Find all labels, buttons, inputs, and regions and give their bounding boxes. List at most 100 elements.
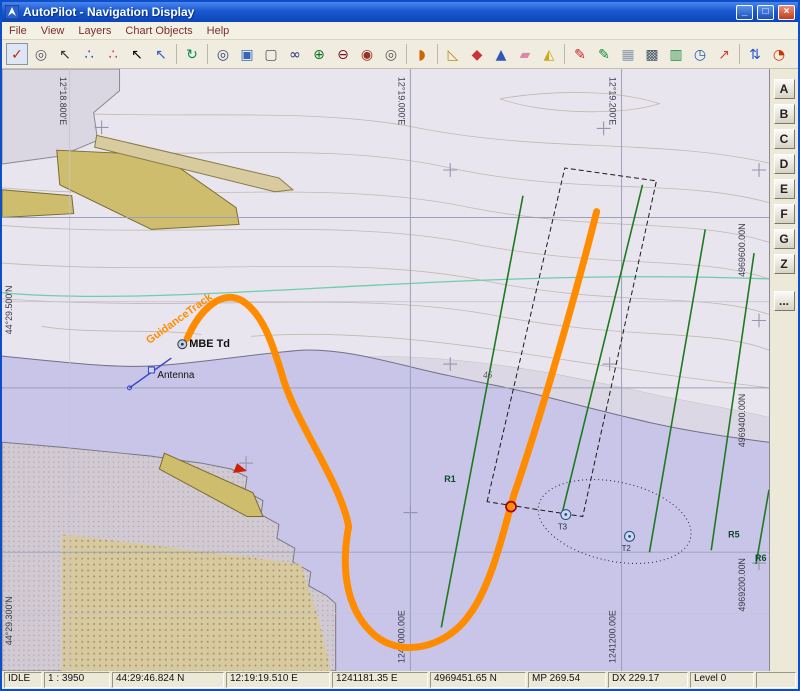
window-title: AutoPilot - Navigation Display xyxy=(23,5,732,19)
cursor-icon: ↖ xyxy=(59,47,71,63)
zoom-out-button[interactable]: ⊖ xyxy=(332,43,354,65)
updown-button[interactable]: ⇅ xyxy=(744,43,766,65)
side-button-f[interactable]: F xyxy=(774,204,795,224)
compass-dial-icon: ◷ xyxy=(694,47,706,63)
set-square-icon: ◺ xyxy=(448,47,459,63)
track-follow-button[interactable]: ◗ xyxy=(411,43,433,65)
side-button-z[interactable]: Z xyxy=(774,254,795,274)
side-button-d[interactable]: D xyxy=(774,154,795,174)
side-button-c[interactable]: C xyxy=(774,129,795,149)
menu-layers[interactable]: Layers xyxy=(71,24,118,38)
zoom-doc-button[interactable]: ◎ xyxy=(212,43,234,65)
menu-help[interactable]: Help xyxy=(200,24,237,38)
status-latitude: 44:29:46.824 N xyxy=(112,672,224,688)
route-blue-icon: ∴ xyxy=(85,47,94,63)
zoom-full-icon: ◎ xyxy=(385,47,397,63)
status-longitude: 12:19:19.510 E xyxy=(226,672,330,688)
draw-route-button[interactable]: ✎ xyxy=(569,43,591,65)
draw-line-icon: ✎ xyxy=(598,47,610,63)
elevation-icon: ◭ xyxy=(544,47,555,63)
graph-arrow-button[interactable]: ↗ xyxy=(713,43,735,65)
zoom-rect-button[interactable]: ▢ xyxy=(260,43,282,65)
compass-dial-button[interactable]: ◷ xyxy=(689,43,711,65)
status-scale: 1 : 3950 xyxy=(44,672,110,688)
eraser-button[interactable]: ▰ xyxy=(514,43,536,65)
graph-arrow-icon: ↗ xyxy=(718,47,730,63)
chart-card-icon: ▥ xyxy=(669,47,682,63)
pointer-query-button[interactable]: ↖ xyxy=(150,43,172,65)
buoy-icon: ◆ xyxy=(472,47,483,63)
side-button-b[interactable]: B xyxy=(774,104,795,124)
chart-card-button[interactable]: ▥ xyxy=(665,43,687,65)
pointer-button[interactable]: ↖ xyxy=(126,43,148,65)
status-easting: 1241181.35 E xyxy=(332,672,428,688)
side-button-g[interactable]: G xyxy=(774,229,795,249)
buoy-button[interactable]: ◆ xyxy=(466,43,488,65)
side-button-e[interactable]: E xyxy=(774,179,795,199)
minimize-button[interactable]: _ xyxy=(736,5,753,20)
easting-label-2: 1241200.00E xyxy=(608,610,618,663)
lighthouse-button[interactable]: ▲ xyxy=(490,43,512,65)
zoom-in-icon: ⊕ xyxy=(313,47,325,63)
zoom-doc-icon: ◎ xyxy=(217,47,229,63)
lat-label-1: 44°29.500'N xyxy=(4,286,14,335)
route-red-button[interactable]: ∴ xyxy=(102,43,124,65)
status-mp: MP 269.54 xyxy=(528,672,606,688)
find-button[interactable]: ◎ xyxy=(30,43,52,65)
menu-view[interactable]: View xyxy=(34,24,72,38)
gauge-icon: ◔ xyxy=(773,47,785,63)
cursor-button[interactable]: ↖ xyxy=(54,43,76,65)
menu-file[interactable]: File xyxy=(2,24,34,38)
zoom-window-button[interactable]: ▣ xyxy=(236,43,258,65)
maximize-button[interactable]: □ xyxy=(757,5,774,20)
pointer-query-icon: ↖ xyxy=(155,47,167,63)
zoom-selection-button[interactable]: ◉ xyxy=(356,43,378,65)
gauge-button[interactable]: ◔ xyxy=(768,43,790,65)
set-square-button[interactable]: ◺ xyxy=(442,43,464,65)
route-blue-button[interactable]: ∴ xyxy=(78,43,100,65)
northing-label-3: 4969200.00N xyxy=(737,558,747,611)
line-r6-label: R6 xyxy=(755,553,766,563)
grid-dark-button[interactable]: ▩ xyxy=(641,43,663,65)
lighthouse-icon: ▲ xyxy=(496,47,507,63)
status-level: Level 0 xyxy=(690,672,754,688)
zoom-selection-icon: ◉ xyxy=(361,47,373,63)
status-northing: 4969451.65 N xyxy=(430,672,526,688)
status-bar: IDLE1 : 395044:29:46.824 N12:19:19.510 E… xyxy=(2,671,798,689)
zoom-out-icon: ⊖ xyxy=(337,47,349,63)
zoom-in-button[interactable]: ⊕ xyxy=(308,43,330,65)
app-window: AutoPilot - Navigation Display _ □ × Fil… xyxy=(0,0,800,691)
lon-label-2: 12°19.000'E xyxy=(396,77,406,125)
app-icon xyxy=(5,5,19,19)
status-dx: DX 229.17 xyxy=(608,672,688,688)
toolbar-separator xyxy=(176,44,177,64)
pointer-icon: ↖ xyxy=(131,47,143,63)
refresh-icon: ↻ xyxy=(186,47,198,63)
chart-canvas[interactable]: 12°18.800'E 12°19.000'E 12°19.200'E 44°2… xyxy=(2,69,769,671)
toolbar-separator xyxy=(739,44,740,64)
menu-bar: FileViewLayersChart ObjectsHelp xyxy=(2,22,798,40)
draw-line-button[interactable]: ✎ xyxy=(593,43,615,65)
lat-label-2: 44°29.300'N xyxy=(4,596,14,645)
toolbar: ✓ ◎ ↖ ∴ ∴ ↖ ↖ ↻ ◎ ▣ ▢∞ ⊕ ⊖ ◉ ◎ ◗ ◺ ◆ ▲ ▰ ◭ ✎ ✎ ▦ ▩ ▥ ◷ ↗ ⇅ ◔ xyxy=(2,40,798,69)
side-button-more[interactable]: ... xyxy=(774,291,795,311)
grid-light-icon: ▦ xyxy=(621,47,634,63)
grid-light-button[interactable]: ▦ xyxy=(617,43,639,65)
elevation-button[interactable]: ◭ xyxy=(538,43,560,65)
zoom-window-icon: ▣ xyxy=(240,47,253,63)
toolbar-separator xyxy=(406,44,407,64)
zoom-full-button[interactable]: ◎ xyxy=(380,43,402,65)
status-mode: IDLE xyxy=(4,672,42,688)
title-bar: AutoPilot - Navigation Display _ □ × xyxy=(2,2,798,22)
close-button[interactable]: × xyxy=(778,5,795,20)
mission-check-button[interactable]: ✓ xyxy=(6,43,28,65)
binoculars-button[interactable]: ∞ xyxy=(284,43,306,65)
side-button-a[interactable]: A xyxy=(774,79,795,99)
northing-label-2: 4969400.00N xyxy=(737,394,747,447)
menu-chart-objects[interactable]: Chart Objects xyxy=(118,24,199,38)
updown-icon: ⇅ xyxy=(749,47,761,63)
mission-check-icon: ✓ xyxy=(11,47,23,63)
target-t3-label: T3 xyxy=(558,522,568,531)
refresh-button[interactable]: ↻ xyxy=(181,43,203,65)
lon-label-3: 12°19.200'E xyxy=(608,77,618,125)
